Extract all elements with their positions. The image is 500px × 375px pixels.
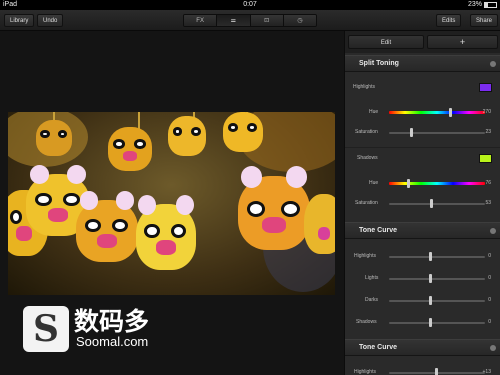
shadows-color-swatch[interactable] bbox=[479, 154, 492, 163]
hue-slider[interactable] bbox=[389, 111, 485, 114]
clock: 0:07 bbox=[243, 1, 257, 8]
crop-icon[interactable]: ⊡ bbox=[250, 15, 284, 26]
panel-tabs: Edit + bbox=[345, 31, 500, 53]
tone-curve-header-2[interactable]: Tone Curve bbox=[345, 339, 500, 356]
saturation-slider-row: Saturation 23 bbox=[355, 128, 491, 137]
hue-slider-row: Hue 270 bbox=[369, 108, 491, 117]
tone-lights-row: Lights 0 bbox=[365, 274, 491, 283]
section-title: Split Toning bbox=[359, 60, 399, 67]
toy-tiger bbox=[136, 194, 196, 270]
tone2-highlights-row: Highlights +13 bbox=[354, 368, 491, 375]
toy-tiger bbox=[108, 127, 152, 171]
photo-canvas[interactable] bbox=[8, 112, 335, 295]
tone-curve-header[interactable]: Tone Curve bbox=[345, 222, 500, 239]
watermark-url: Soomal.com bbox=[76, 334, 149, 349]
shadow-saturation-slider-row: Saturation 53 bbox=[355, 199, 491, 208]
add-icon[interactable]: + bbox=[427, 35, 498, 49]
highlights-color-row[interactable]: Highlights bbox=[345, 82, 500, 94]
tone-shadows-slider[interactable] bbox=[389, 322, 485, 324]
saturation-slider[interactable] bbox=[389, 132, 485, 134]
tone-darks-row: Darks 0 bbox=[365, 296, 491, 305]
share-button[interactable]: Share bbox=[470, 14, 499, 27]
toy-tiger bbox=[304, 194, 335, 254]
shadow-hue-slider-handle[interactable] bbox=[407, 179, 410, 188]
toggle-dot-icon[interactable] bbox=[490, 228, 496, 234]
split-toning-header[interactable]: Split Toning bbox=[345, 55, 500, 72]
battery-icon bbox=[484, 1, 497, 8]
tone-highlights-slider[interactable] bbox=[389, 256, 485, 258]
tone-shadows-row: Shadows 0 bbox=[356, 318, 491, 327]
fx-tab[interactable]: FX bbox=[184, 15, 218, 26]
shadow-hue-slider[interactable] bbox=[389, 182, 485, 185]
tone-darks-handle[interactable] bbox=[429, 296, 432, 305]
toy-tiger bbox=[36, 120, 72, 156]
toggle-dot-icon[interactable] bbox=[490, 345, 496, 351]
tone2-highlights-handle[interactable] bbox=[435, 368, 438, 375]
highlights-color-swatch[interactable] bbox=[479, 83, 492, 92]
tone-darks-slider[interactable] bbox=[389, 300, 485, 302]
shadow-saturation-slider[interactable] bbox=[389, 203, 485, 205]
toggle-dot-icon[interactable] bbox=[490, 61, 496, 67]
edits-button[interactable]: Edits bbox=[436, 14, 462, 27]
battery-percent: 23% bbox=[467, 1, 482, 8]
section-title: Tone Curve bbox=[359, 227, 397, 234]
status-bar: iPad 0:07 23% bbox=[0, 0, 500, 10]
tone-lights-slider[interactable] bbox=[389, 278, 485, 280]
history-clock-icon[interactable]: ◷ bbox=[283, 15, 316, 26]
section-title: Tone Curve bbox=[359, 344, 397, 351]
toy-tiger bbox=[168, 116, 206, 156]
watermark-text: 数码多 bbox=[74, 308, 150, 336]
hue-slider-handle[interactable] bbox=[449, 108, 452, 117]
saturation-slider-handle[interactable] bbox=[410, 128, 413, 137]
adjustments-panel: Edit + Split Toning Highlights Hue 270 S… bbox=[344, 31, 500, 375]
undo-button[interactable]: Undo bbox=[37, 14, 64, 27]
library-button[interactable]: Library bbox=[4, 14, 35, 27]
shadow-saturation-slider-handle[interactable] bbox=[430, 199, 433, 208]
tone-highlights-handle[interactable] bbox=[429, 252, 432, 261]
toy-tiger bbox=[76, 191, 138, 262]
top-toolbar: Library Undo FX ⚌ ⊡ ◷ Edits Share bbox=[0, 10, 500, 31]
toy-tiger bbox=[223, 112, 263, 152]
mode-segmented-control: FX ⚌ ⊡ ◷ bbox=[183, 14, 317, 27]
adjust-sliders-icon[interactable]: ⚌ bbox=[217, 15, 251, 26]
shadow-hue-slider-row: Hue 76 bbox=[369, 179, 491, 188]
tone-lights-handle[interactable] bbox=[429, 274, 432, 283]
shadows-color-row[interactable]: Shadows bbox=[345, 153, 500, 165]
tone-shadows-handle[interactable] bbox=[429, 318, 432, 327]
tone-highlights-row: Highlights 0 bbox=[354, 252, 491, 261]
toy-tiger bbox=[238, 165, 310, 250]
watermark-logo: S bbox=[23, 306, 69, 352]
edit-tab[interactable]: Edit bbox=[348, 35, 424, 49]
